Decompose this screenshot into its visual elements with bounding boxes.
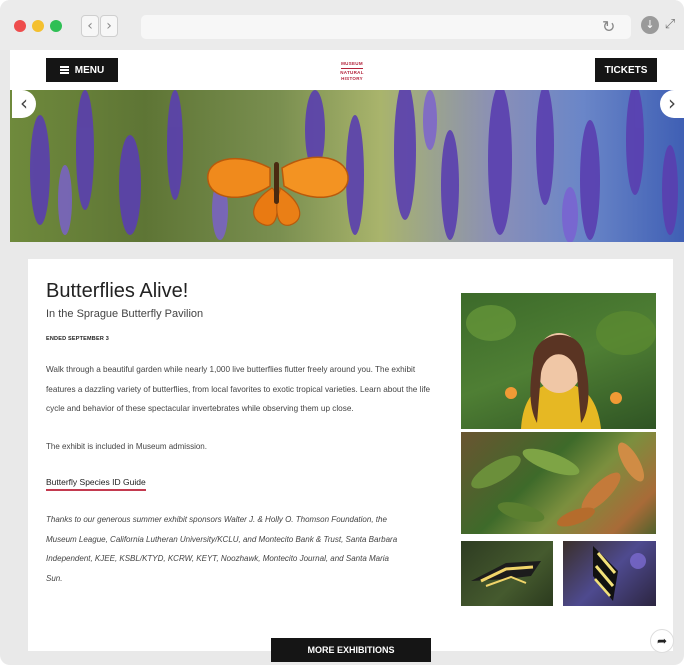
admission-note: The exhibit is included in Museum admiss… [46, 442, 207, 451]
minimize-window-button[interactable] [32, 20, 44, 32]
back-button[interactable]: ‹ [81, 15, 99, 37]
species-guide-link[interactable]: Butterfly Species ID Guide [46, 477, 146, 491]
forward-button[interactable]: › [100, 15, 118, 37]
swallowtail-photo-art [471, 561, 541, 587]
hero-next-button[interactable]: › [660, 90, 684, 118]
site-header: MENU MUSEUM NATURAL HISTORY TICKETS [10, 50, 684, 90]
exhibit-description: Walk through a beautiful garden while ne… [46, 365, 431, 413]
logo-line-3: HISTORY [341, 75, 363, 81]
menu-label: MENU [74, 64, 105, 76]
hero-illustration [30, 90, 678, 242]
photo-girl-in-garden[interactable] [461, 293, 656, 429]
more-exhibitions-button[interactable]: MORE EXHIBITIONS [271, 638, 431, 662]
girl-photo-art [466, 305, 656, 429]
photo-leaves-with-butterfly[interactable] [461, 432, 656, 534]
zebra-photo-art [593, 546, 646, 601]
photo-swallowtail-butterfly[interactable] [461, 541, 553, 606]
menu-button[interactable]: MENU [46, 58, 118, 82]
browser-toolbar: ‹ › ↻ ↓ ⤢ [0, 0, 684, 50]
maximize-window-button[interactable] [50, 20, 62, 32]
tickets-button[interactable]: TICKETS [595, 58, 657, 82]
logo-divider [341, 67, 363, 69]
share-icon[interactable]: ➦ [650, 629, 674, 653]
browser-window: ‹ › ↻ ↓ ⤢ MENU MUSEUM NATURAL HISTORY TI… [0, 0, 684, 665]
orange-butterfly [207, 156, 349, 226]
address-bar[interactable] [141, 15, 631, 39]
exhibit-title: Butterflies Alive! [46, 280, 189, 302]
photo-zebra-longwing-butterfly[interactable] [563, 541, 656, 606]
exhibit-card: Butterflies Alive! In the Sprague Butter… [28, 259, 673, 651]
logo-line-1: MUSEUM [341, 60, 363, 66]
museum-logo[interactable]: MUSEUM NATURAL HISTORY [329, 55, 375, 87]
sponsors-text: Thanks to our generous summer exhibit sp… [46, 515, 398, 583]
download-icon[interactable]: ↓ [641, 16, 659, 34]
exhibit-subtitle: In the Sprague Butterfly Pavilion [46, 308, 204, 320]
hamburger-icon [59, 66, 69, 74]
hero-image-butterfly-on-salvia [10, 90, 684, 242]
fullscreen-icon[interactable]: ⤢ [661, 16, 679, 34]
leaves-photo-art [471, 442, 644, 527]
close-window-button[interactable] [14, 20, 26, 32]
reload-icon[interactable]: ↻ [602, 17, 615, 36]
exhibit-date: ENDED SEPTEMBER 3 [46, 336, 109, 342]
